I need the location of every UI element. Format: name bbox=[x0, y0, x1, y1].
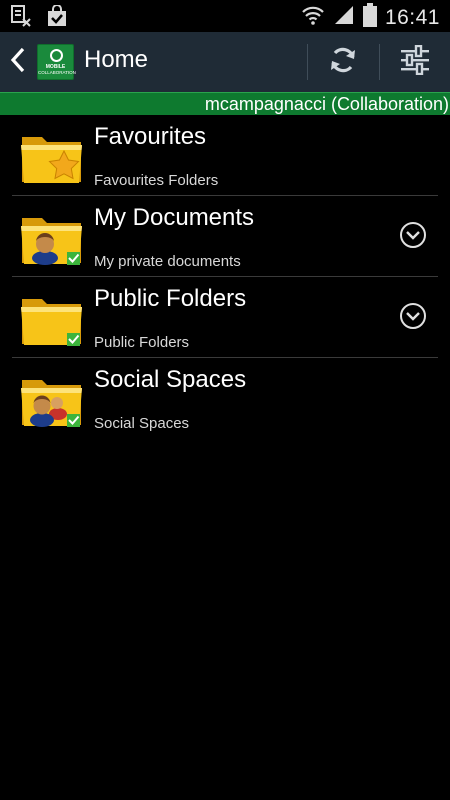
toolbar-divider bbox=[307, 44, 308, 80]
chevron-down-circle-icon bbox=[399, 302, 427, 335]
shopping-bag-icon bbox=[46, 4, 68, 32]
folder-user-icon bbox=[20, 208, 84, 266]
settings-button[interactable] bbox=[393, 42, 437, 82]
chevron-down-circle-icon bbox=[399, 221, 427, 254]
list-item-public-folders[interactable]: Public Folders Public Folders bbox=[0, 277, 450, 358]
user-account-label: mcampagnacci (Collaboration) bbox=[204, 94, 449, 114]
status-bar: 16:41 bbox=[0, 0, 450, 32]
list-item-social-spaces[interactable]: Social Spaces Social Spaces bbox=[0, 358, 450, 439]
list-item-title: My Documents bbox=[94, 204, 255, 231]
list-item-favourites[interactable]: Favourites Favourites Folders bbox=[0, 115, 450, 196]
app-logo: MOBILE COLLABORATION bbox=[37, 44, 76, 80]
sim-error-icon bbox=[10, 5, 32, 32]
list-item-subtitle: Favourites Folders bbox=[94, 172, 219, 189]
sliders-icon bbox=[399, 44, 431, 80]
list-item-my-documents[interactable]: My Documents My private documents bbox=[0, 196, 450, 277]
refresh-button[interactable] bbox=[321, 42, 365, 82]
chevron-left-icon bbox=[10, 47, 26, 78]
list-item-title: Social Spaces bbox=[94, 366, 247, 393]
signal-icon bbox=[333, 4, 355, 31]
list-item-subtitle: Public Folders bbox=[94, 334, 190, 351]
folder-list: Favourites Favourites Folders My Documen… bbox=[0, 115, 450, 439]
folder-shared-icon bbox=[20, 289, 84, 347]
page-title: Home bbox=[84, 46, 149, 73]
expand-button[interactable] bbox=[398, 221, 428, 254]
status-time: 16:41 bbox=[384, 5, 440, 29]
toolbar-divider bbox=[379, 44, 380, 80]
refresh-icon bbox=[328, 45, 358, 80]
expand-button[interactable] bbox=[398, 302, 428, 335]
list-item-subtitle: My private documents bbox=[94, 253, 241, 270]
folder-star-icon bbox=[20, 127, 84, 185]
list-item-title: Public Folders bbox=[94, 285, 247, 312]
list-item-title: Favourites bbox=[94, 123, 207, 150]
list-item-subtitle: Social Spaces bbox=[94, 415, 190, 432]
wifi-icon bbox=[301, 4, 325, 31]
action-bar: MOBILE COLLABORATION Home bbox=[0, 32, 450, 92]
battery-icon bbox=[362, 3, 377, 32]
user-banner: mcampagnacci (Collaboration) bbox=[0, 92, 450, 115]
back-button[interactable] bbox=[4, 46, 32, 78]
folder-group-icon bbox=[20, 370, 84, 428]
